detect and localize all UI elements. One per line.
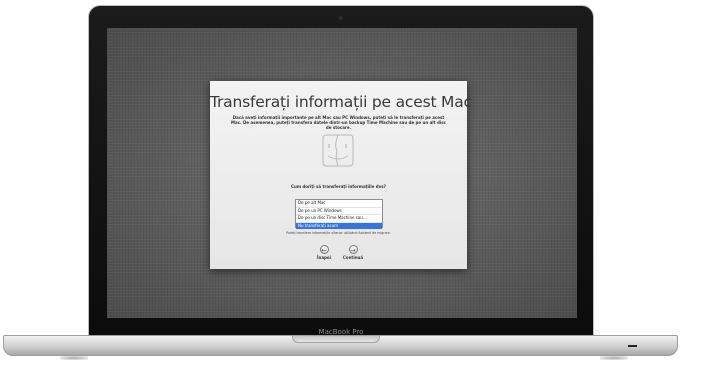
option-another-mac[interactable]: De pe alt Mac — [296, 200, 382, 208]
finder-icon — [322, 134, 354, 167]
continue-button[interactable]: → Continuă — [341, 245, 365, 260]
option-do-not-transfer[interactable]: Nu transferați acum — [296, 222, 382, 230]
migration-assistant-window: Transferați informații pe acest Mac Dacă… — [210, 81, 472, 269]
arrow-left-icon: ← — [319, 245, 329, 254]
sleep-indicator — [628, 345, 637, 347]
option-windows-pc[interactable]: De pe un PC Windows — [296, 208, 382, 215]
back-button[interactable]: ← Înapoi — [312, 245, 336, 260]
lid-notch — [292, 336, 380, 343]
back-label: Înapoi — [316, 255, 332, 260]
laptop-foot-left — [60, 356, 88, 360]
transfer-options-list[interactable]: De pe alt Mac De pe un PC Windows De pe … — [295, 199, 383, 230]
camera-icon — [339, 16, 343, 20]
description-text: Dacă aveți informații importante pe alt … — [231, 115, 446, 130]
page-title: Transferați informații pe acest Mac — [210, 93, 472, 111]
laptop-foot-right — [600, 356, 628, 360]
transfer-question: Cum doriți să transferați informațiile d… — [291, 184, 386, 189]
arrow-right-icon: → — [348, 245, 358, 254]
continue-label: Continuă — [342, 255, 364, 260]
migration-note: Puteți transfera informațiile ulterior u… — [286, 231, 391, 235]
laptop-base — [3, 335, 678, 356]
option-time-machine[interactable]: De pe un disc Time Machine sau... — [296, 215, 382, 223]
